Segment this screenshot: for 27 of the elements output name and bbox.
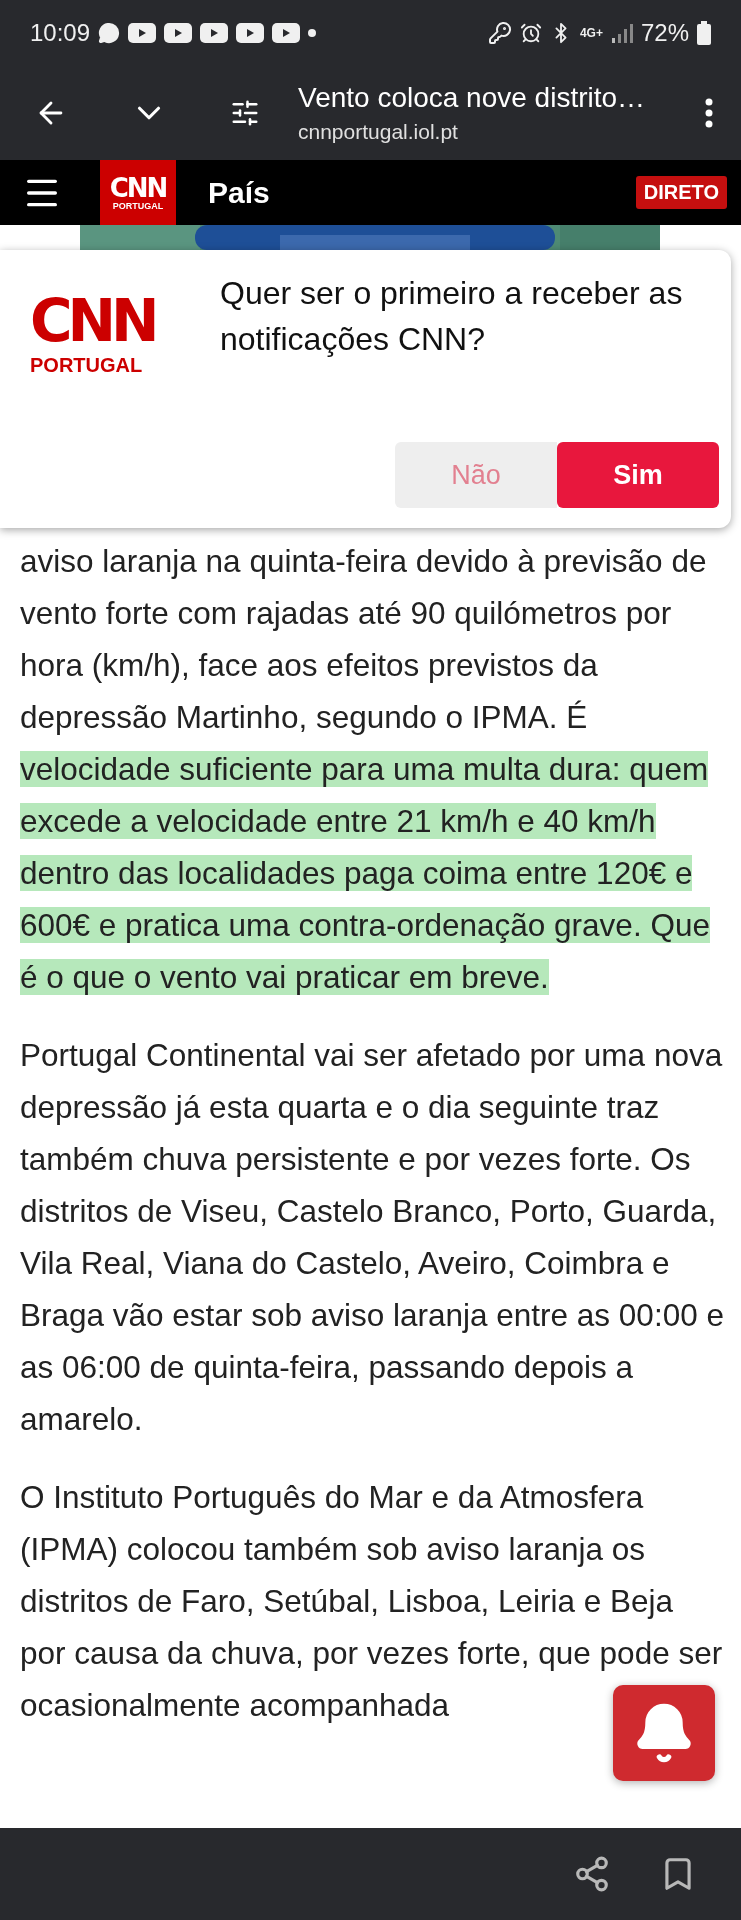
page-title: Vento coloca nove distrito… [298, 81, 647, 114]
clock-time: 10:09 [30, 18, 91, 47]
network-type: 4G+ [579, 26, 603, 39]
section-title: País [208, 175, 270, 210]
page-url[interactable]: cnnportugal.iol.pt [298, 119, 699, 144]
video-play-icon [236, 22, 265, 43]
message-icon [98, 21, 121, 44]
signal-icon [610, 21, 633, 44]
video-play-icon [272, 22, 301, 43]
more-icon [705, 97, 713, 128]
dot-icon [308, 28, 317, 37]
video-play-icon [164, 22, 193, 43]
alarm-icon [519, 21, 542, 44]
battery-percent: 72% [640, 18, 689, 47]
brand-logo: CNN PORTUGAL [30, 286, 156, 378]
site-logo[interactable]: CNN PORTUGAL [100, 160, 176, 225]
battery-icon [697, 20, 711, 45]
notification-bell-button[interactable] [613, 1685, 715, 1781]
video-play-icon [128, 22, 157, 43]
accept-button[interactable]: Sim [557, 442, 719, 508]
article-paragraph: O Instituto Português do Mar e da Atmosfera (IPMA) colocou também sob aviso laranja os distritos de Faro, Setúbal, Lisboa, Leiria e Beja por causa da chuva, por vezes forte, que pode ser ocasionalmente acompanhada [20, 1478, 724, 1725]
share-icon [573, 1855, 611, 1893]
key-icon [487, 20, 512, 45]
dialog-question: Quer ser o primeiro a receber as notificações CNN? [220, 274, 684, 359]
live-badge[interactable]: DIRETO [635, 176, 727, 209]
article-paragraph: Portugal Continental vai ser afetado por uma nova depressão já esta quarta e o dia seguinte traz também chuva persistente e por vezes forte. Os distritos de Viseu, Castelo Branco, Porto, Guarda, Vila Real, Viana do Castelo, Aveiro, Coimbra e Braga vão estar sob aviso laranja entre as 00:00 e as 06:00 de quinta-feira, passando depois a amarelo. [20, 1036, 725, 1439]
video-play-icon [200, 22, 229, 43]
